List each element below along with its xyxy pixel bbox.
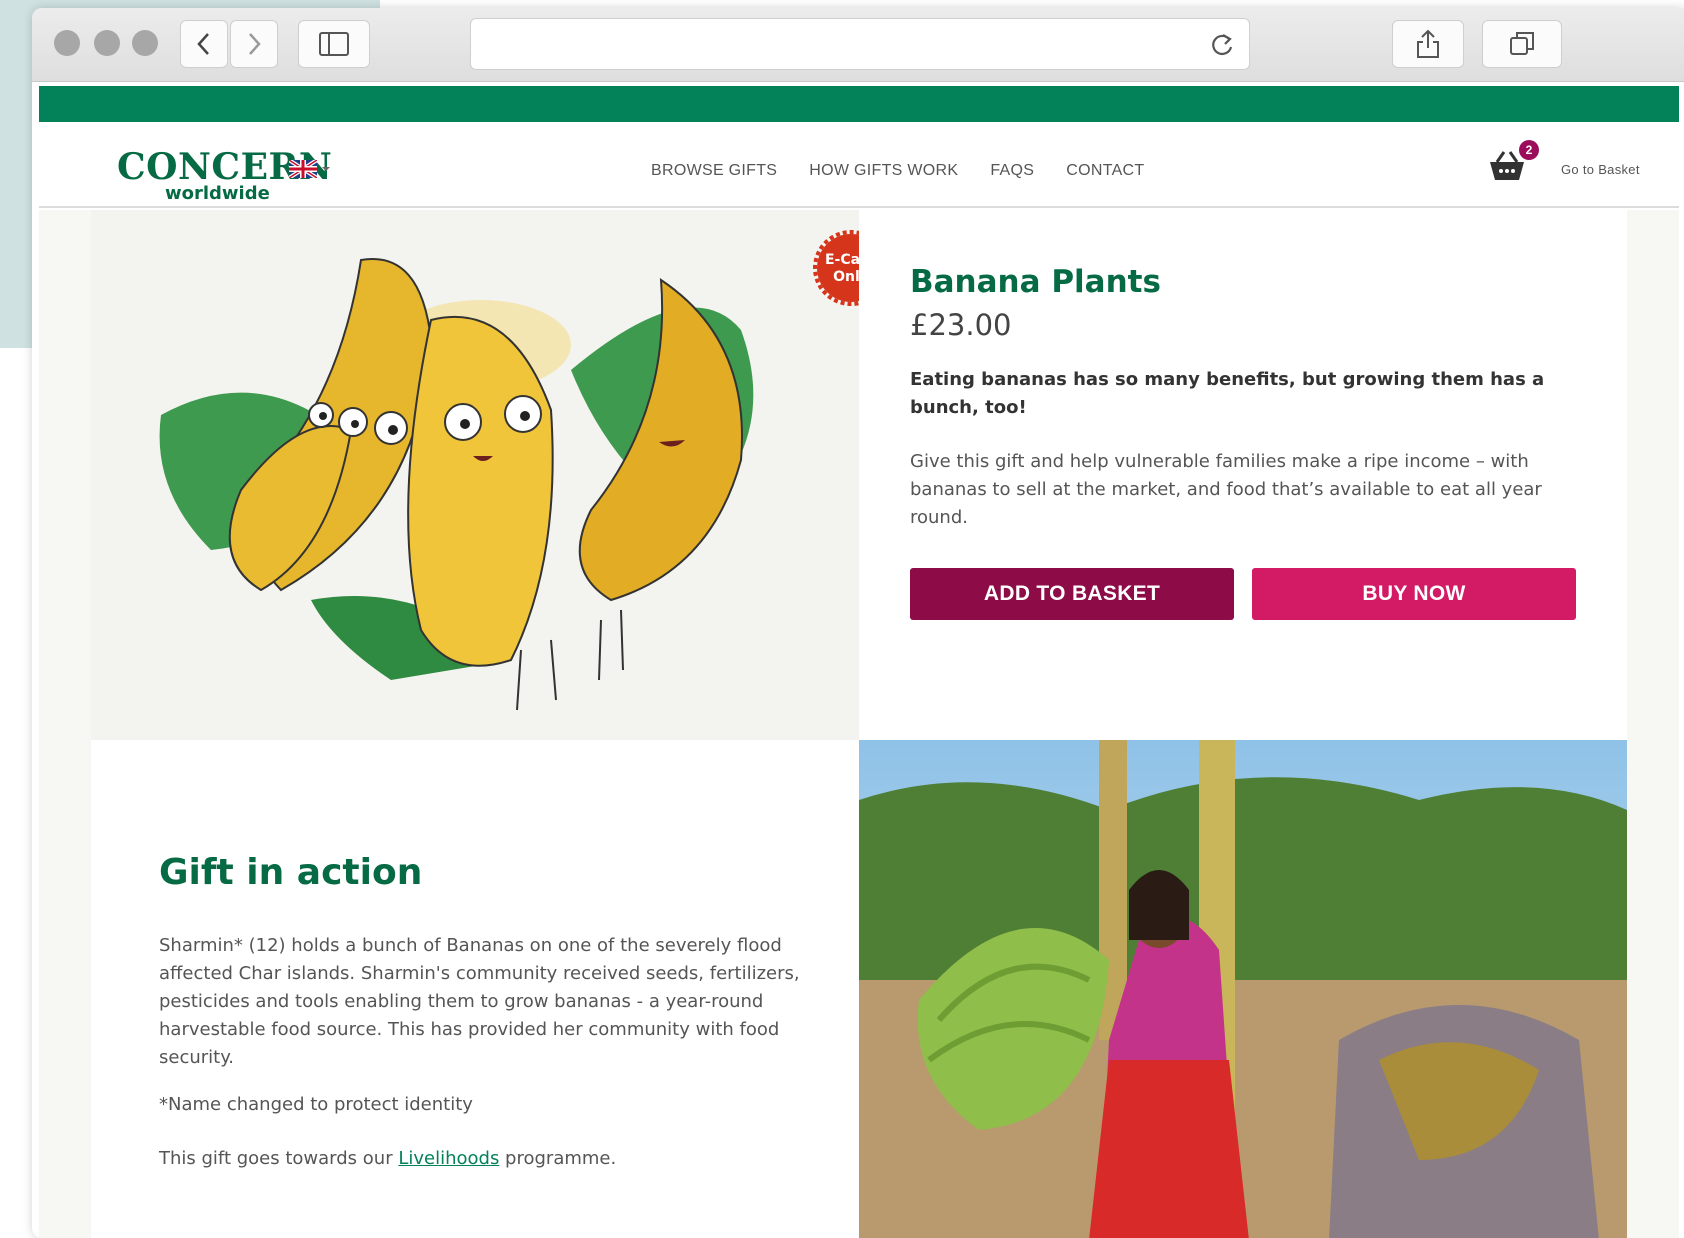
livelihoods-link[interactable]: Livelihoods — [398, 1148, 499, 1169]
chevron-down-icon — [322, 167, 330, 171]
share-icon — [1417, 29, 1439, 58]
product-title: Banana Plants — [910, 264, 1161, 300]
product-lead: Eating bananas has so many benefits, but… — [910, 369, 1545, 418]
zoom-window-button[interactable] — [132, 30, 158, 56]
site-header: CONCERN worldwide BROWSE GIFTS HOW GIFTS… — [39, 122, 1679, 208]
browser-window: CONCERN worldwide BROWSE GIFTS HOW GIFTS… — [32, 8, 1684, 1238]
product-details: Banana Plants £23.00 Eating bananas has … — [859, 210, 1627, 740]
share-button[interactable] — [1392, 20, 1464, 68]
reload-icon[interactable] — [1209, 31, 1235, 59]
tabs-icon — [1510, 32, 1534, 55]
nav-faqs[interactable]: FAQS — [990, 162, 1034, 180]
buy-now-button[interactable]: BUY NOW — [1252, 568, 1576, 620]
gift-in-action-body: Sharmin* (12) holds a bunch of Bananas o… — [159, 935, 800, 1068]
nav-browse-gifts[interactable]: BROWSE GIFTS — [651, 162, 777, 180]
product-content: E-Card Only Banana Plants £23.00 Eating … — [39, 210, 1679, 1238]
browser-toolbar — [32, 8, 1684, 82]
girl-with-bananas-photo — [859, 740, 1627, 1238]
add-to-basket-button[interactable]: ADD TO BASKET — [910, 568, 1234, 620]
language-selector[interactable] — [289, 160, 331, 178]
product-price: £23.00 — [910, 308, 1012, 342]
sidebar-icon — [319, 32, 349, 56]
go-to-basket-link[interactable]: Go to Basket — [1561, 162, 1640, 177]
tabs-button[interactable] — [1482, 20, 1562, 68]
sidebar-button[interactable] — [298, 20, 370, 68]
top-green-bar — [39, 86, 1679, 122]
gift-in-action-section: Gift in action Sharmin* (12) holds a bun… — [91, 740, 859, 1238]
gift-in-action-photo — [859, 740, 1627, 1238]
programme-prefix: This gift goes towards our — [159, 1148, 399, 1169]
nav-how-gifts-work[interactable]: HOW GIFTS WORK — [809, 162, 958, 180]
main-nav: BROWSE GIFTS HOW GIFTS WORK FAQS CONTACT — [651, 162, 1145, 180]
address-bar[interactable] — [470, 18, 1250, 70]
back-icon — [197, 33, 209, 55]
close-window-button[interactable] — [54, 30, 80, 56]
back-button[interactable] — [180, 20, 228, 68]
identity-note: *Name changed to protect identity — [159, 1094, 473, 1115]
programme-text: This gift goes towards our Livelihoods p… — [159, 1148, 616, 1169]
product-description: Give this gift and help vulnerable famil… — [910, 451, 1542, 528]
forward-button[interactable] — [230, 20, 278, 68]
banana-illustration-image — [159, 258, 754, 711]
basket-count-badge: 2 — [1519, 140, 1539, 160]
gift-in-action-title: Gift in action — [159, 852, 423, 893]
nav-contact[interactable]: CONTACT — [1066, 162, 1144, 180]
minimize-window-button[interactable] — [94, 30, 120, 56]
uk-flag-icon — [289, 160, 317, 178]
programme-suffix: programme. — [499, 1148, 617, 1169]
forward-icon — [249, 33, 261, 55]
product-illustration: E-Card Only — [91, 210, 889, 740]
